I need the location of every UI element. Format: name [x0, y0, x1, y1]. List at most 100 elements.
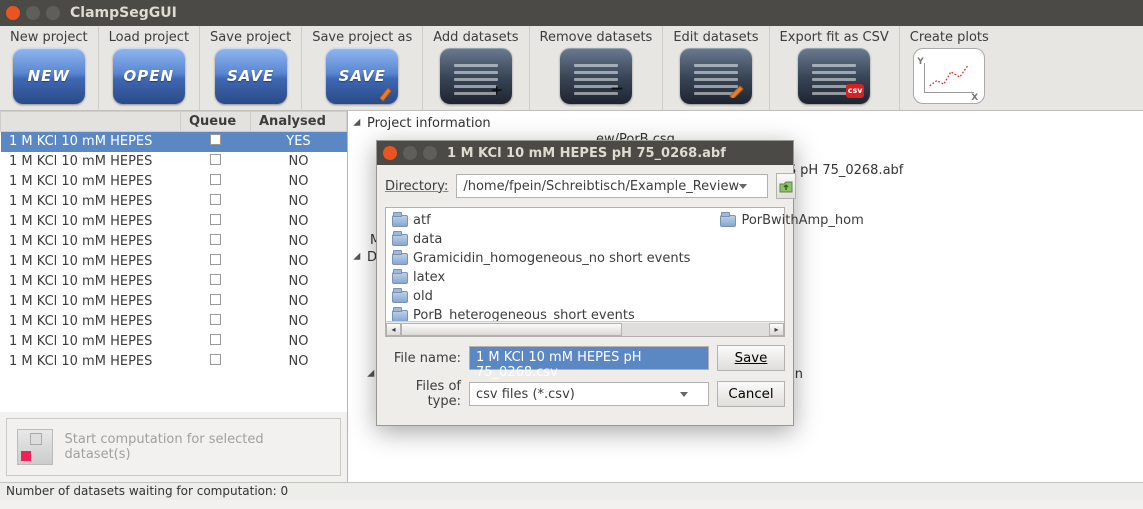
dataset-row[interactable]: 1 M KCl 10 mM HEPESNO [1, 272, 347, 292]
col-name[interactable] [1, 112, 181, 132]
dataset-row[interactable]: 1 M KCl 10 mM HEPES NO [1, 152, 347, 172]
dialog-titlebar: 1 M KCl 10 mM HEPES pH 75_0268.abf [377, 141, 793, 165]
directory-label: Directory: [385, 179, 448, 194]
create-plots-button[interactable]: Create plotsYX [900, 26, 999, 110]
dataset-row[interactable]: 1 M KCl 10 mM HEPESNO [1, 232, 347, 252]
queue-checkbox[interactable] [181, 272, 251, 292]
start-computation-button[interactable]: Start computation for selected dataset(s… [6, 418, 341, 476]
disclosure-icon[interactable] [353, 252, 364, 263]
folder-item[interactable]: atf [390, 212, 692, 229]
queue-checkbox[interactable] [181, 312, 251, 332]
scroll-left-button[interactable]: ◂ [386, 323, 401, 336]
dataset-name: 1 M KCl 10 mM HEPES [1, 172, 181, 192]
analysed-cell: NO [251, 312, 347, 332]
dataset-name: 1 M KCl 10 mM HEPES [1, 312, 181, 332]
scrollbar-thumb[interactable] [401, 323, 622, 336]
queue-checkbox[interactable] [181, 352, 251, 372]
chevron-down-icon [680, 392, 688, 397]
folder-name: latex [413, 270, 445, 285]
col-analysed[interactable]: Analysed [251, 112, 347, 132]
folder-name: data [413, 232, 442, 247]
analysed-cell: NO [251, 352, 347, 372]
analysed-cell: NO [251, 152, 347, 172]
toolbar-label: Remove datasets [540, 30, 653, 45]
window-maximize-button[interactable] [46, 6, 60, 20]
dataset-row[interactable]: 1 M KCl 10 mM HEPES NO [1, 172, 347, 192]
queue-checkbox[interactable] [181, 212, 251, 232]
filetype-dropdown[interactable]: csv files (*.csv) [469, 382, 709, 406]
queue-checkbox[interactable] [181, 252, 251, 272]
chevron-down-icon [739, 184, 747, 189]
save-project-button[interactable]: Save projectSAVE [200, 26, 302, 110]
disclosure-icon[interactable] [353, 118, 364, 129]
folder-icon [392, 215, 408, 227]
folder-list[interactable]: atf data Gramicidin_homogeneous_no short e… [385, 207, 785, 337]
dialog-close-button[interactable] [383, 146, 397, 160]
toolbar-label: Save project as [312, 30, 412, 45]
dataset-row[interactable]: 1 M KCl 10 mM HEPESNO [1, 212, 347, 232]
edit-datasets-button[interactable]: Edit datasets [663, 26, 769, 110]
folder-name: PorBwithAmp_hom [741, 213, 863, 228]
queue-checkbox[interactable] [181, 192, 251, 212]
load-project-button[interactable]: Load projectOPEN [99, 26, 200, 110]
start-computation-label: Start computation for selected dataset(s… [65, 432, 330, 462]
folder-item[interactable]: Gramicidin_homogeneous_no short events [390, 250, 692, 267]
edit-datasets-icon [680, 48, 752, 104]
window-close-button[interactable] [6, 6, 20, 20]
toolbar-label: Create plots [910, 30, 989, 45]
add-datasets-button[interactable]: Add datasets+ [423, 26, 529, 110]
folder-item[interactable]: PorBwithAmp_hom [718, 212, 865, 229]
toolbar-label: Edit datasets [673, 30, 758, 45]
horizontal-scrollbar[interactable]: ◂ ▸ [386, 321, 784, 336]
toolbar-label: Export fit as CSV [780, 30, 889, 45]
dataset-name: 1 M KCl 10 mM HEPES [1, 152, 181, 172]
queue-checkbox[interactable] [181, 292, 251, 312]
save-project-as-button[interactable]: Save project as SAVE [302, 26, 423, 110]
dataset-name: 1 M KCl 10 mM HEPES [1, 212, 181, 232]
queue-checkbox[interactable] [181, 152, 251, 172]
analysed-cell: NO [251, 172, 347, 192]
dialog-max-button[interactable] [423, 146, 437, 160]
remove-datasets-button[interactable]: Remove datasets− [530, 26, 664, 110]
new-project-button[interactable]: New projectNEW [0, 26, 99, 110]
dialog-min-button[interactable] [403, 146, 417, 160]
dataset-row[interactable]: 1 M KCl 10 mM HEPESNO [1, 292, 347, 312]
dataset-row[interactable]: 1 M KCl 10 mM HEPES NO [1, 352, 347, 372]
queue-checkbox[interactable] [181, 172, 251, 192]
export-fit-csv-button[interactable]: Export fit as CSV csv [770, 26, 900, 110]
filename-input[interactable]: 1 M KCl 10 mM HEPES pH 75_0268.csv [469, 346, 709, 370]
save-button[interactable]: Save [717, 345, 785, 371]
folder-icon [392, 291, 408, 303]
add-datasets-icon: + [440, 48, 512, 104]
scroll-right-button[interactable]: ▸ [769, 323, 784, 336]
dataset-row[interactable]: 1 M KCl 10 mM HEPESNO [1, 192, 347, 212]
toolbar-label: Load project [109, 30, 189, 45]
dataset-row[interactable]: 1 M KCl 10 mM HEPESNO [1, 252, 347, 272]
dataset-name: 1 M KCl 10 mM HEPES [1, 252, 181, 272]
folder-name: atf [413, 213, 431, 228]
computation-icon [17, 429, 53, 465]
folder-item[interactable]: data [390, 231, 692, 248]
dataset-row[interactable]: 1 M KCl 10 mM HEPES NO [1, 312, 347, 332]
queue-checkbox[interactable] [181, 332, 251, 352]
dataset-table: Queue Analysed 1 M KCl 10 mM HEPESYES1 M… [0, 111, 347, 372]
toolbar-label: Save project [210, 30, 291, 45]
dataset-row[interactable]: 1 M KCl 10 mM HEPESNO [1, 332, 347, 352]
dataset-name: 1 M KCl 10 mM HEPES [1, 352, 181, 372]
directory-dropdown[interactable]: /home/fpein/Schreibtisch/Example_Review [456, 174, 768, 198]
queue-checkbox[interactable] [181, 232, 251, 252]
analysed-cell: YES [251, 132, 347, 152]
queue-checkbox[interactable] [181, 132, 251, 152]
dataset-name: 1 M KCl 10 mM HEPES [1, 232, 181, 252]
up-directory-button[interactable] [776, 173, 796, 199]
folder-item[interactable]: latex [390, 269, 692, 286]
cancel-button[interactable]: Cancel [717, 381, 785, 407]
save-project-as-icon: SAVE [326, 48, 398, 104]
dataset-name: 1 M KCl 10 mM HEPES [1, 192, 181, 212]
filetype-value: csv files (*.csv) [476, 387, 575, 402]
col-queue[interactable]: Queue [181, 112, 251, 132]
folder-item[interactable]: old [390, 288, 692, 305]
export-fit-csv-icon: csv [798, 48, 870, 104]
window-minimize-button[interactable] [26, 6, 40, 20]
dataset-row[interactable]: 1 M KCl 10 mM HEPESYES [1, 132, 347, 152]
